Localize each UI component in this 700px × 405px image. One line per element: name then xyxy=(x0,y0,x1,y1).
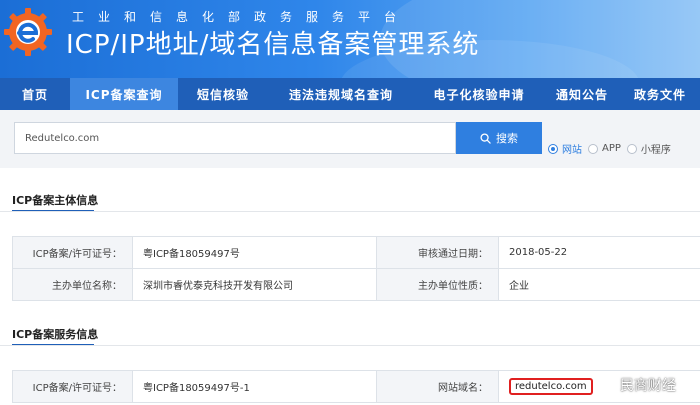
cell-label: 审核通过日期： xyxy=(376,236,499,269)
cell-label: 主办单位名称： xyxy=(12,268,133,301)
search-button-label: 搜索 xyxy=(496,132,518,145)
section-divider xyxy=(0,211,700,212)
site-header: 工业和信息化部政务服务平台 ICP/IP地址/域名信息备案管理系统 xyxy=(0,0,700,78)
cell-value: 粤ICP备18059497号 xyxy=(132,236,377,269)
radio-mini-program[interactable]: 小程序 xyxy=(626,141,671,156)
radio-label: APP xyxy=(602,143,621,154)
nav-item-gov-files[interactable]: 政务文件 xyxy=(620,78,700,110)
subject-info-table: ICP备案/许可证号： 粤ICP备18059497号 审核通过日期： 2018-… xyxy=(12,236,700,301)
radio-label: 小程序 xyxy=(640,145,671,156)
cell-value: 2018-05-22 xyxy=(498,236,700,269)
service-section-title: ICP备案服务信息 xyxy=(12,328,99,341)
watermark-text: 民商财经 xyxy=(620,378,676,394)
table-row: 主办单位名称： 深圳市睿优泰克科技开发有限公司 主办单位性质： 企业 xyxy=(12,268,700,301)
section-divider xyxy=(0,345,700,346)
cell-label: 主办单位性质： xyxy=(376,268,499,301)
nav-item-home[interactable]: 首页 xyxy=(0,78,70,110)
table-row: ICP备案/许可证号： 粤ICP备18059497号 审核通过日期： 2018-… xyxy=(12,236,700,269)
cell-label: 网站域名： xyxy=(376,370,499,403)
cell-value: 企业 xyxy=(498,268,700,301)
nav-item-notices[interactable]: 通知公告 xyxy=(544,78,620,110)
cell-label: ICP备案/许可证号： xyxy=(12,370,133,403)
radio-dot[interactable] xyxy=(626,143,637,154)
subject-section-title: ICP备案主体信息 xyxy=(12,194,99,207)
nav-item-e-verify-apply[interactable]: 电子化核验申请 xyxy=(414,78,544,110)
watermark: 民商财经 xyxy=(596,375,676,395)
radio-dot[interactable] xyxy=(588,143,598,154)
nav-item-sms-verify[interactable]: 短信核验 xyxy=(178,78,268,110)
cell-value: 深圳市睿优泰克科技开发有限公司 xyxy=(132,268,377,301)
radio-website[interactable]: 网站 xyxy=(548,141,582,156)
nav-item-icp-query[interactable]: ICP备案查询 xyxy=(70,78,178,110)
radio-app[interactable]: APP xyxy=(588,143,621,154)
search-type-radio-group: 网站 APP 小程序 xyxy=(548,141,671,156)
cell-value: 粤ICP备18059497号-1 xyxy=(132,370,377,403)
gear-e-logo-icon[interactable] xyxy=(2,4,54,56)
system-title: ICP/IP地址/域名信息备案管理系统 xyxy=(66,30,480,60)
search-icon xyxy=(480,132,491,144)
radio-label: 网站 xyxy=(562,145,582,156)
cell-label: ICP备案/许可证号： xyxy=(12,236,133,269)
search-input[interactable] xyxy=(14,122,456,154)
search-bar: 搜索 网站 APP 小程序 xyxy=(0,110,700,168)
main-nav: 首页 ICP备案查询 短信核验 违法违规域名查询 电子化核验申请 通知公告 政务… xyxy=(0,78,700,110)
radio-dot[interactable] xyxy=(548,143,558,154)
ministry-subtitle: 工业和信息化部政务服务平台 xyxy=(72,10,411,24)
weibo-icon xyxy=(596,378,616,393)
nav-item-illegal-domain-query[interactable]: 违法违规域名查询 xyxy=(268,78,414,110)
highlighted-domain: redutelco.com xyxy=(509,378,593,395)
search-button[interactable]: 搜索 xyxy=(456,122,542,154)
